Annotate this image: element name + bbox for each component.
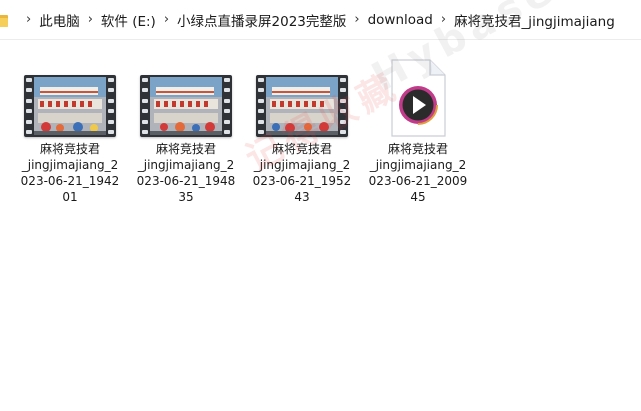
folder-icon — [0, 13, 8, 27]
chevron-right-icon[interactable]: › — [354, 13, 359, 26]
file-name-label: 麻将竞技君 _jingjimajiang_2 023-06-21_1952 43 — [252, 142, 352, 204]
breadcrumb-item-this-pc[interactable]: 此电脑 — [39, 10, 80, 30]
file-name-label: 麻将竞技君 _jingjimajiang_2 023-06-21_1948 35 — [136, 142, 236, 204]
chevron-right-icon[interactable]: › — [164, 13, 169, 26]
file-name-label: 麻将竞技君 _jingjimajiang_2 023-06-21_1942 01 — [20, 142, 120, 204]
breadcrumb-item-drive[interactable]: 软件 (E:) — [101, 10, 156, 30]
file-item[interactable]: 麻将竞技君 _jingjimajiang_2 023-06-21_1952 43 — [248, 51, 356, 205]
video-thumbnail-icon — [256, 75, 348, 137]
file-name-label: 麻将竞技君 _jingjimajiang_2 023-06-21_2009 45 — [368, 142, 468, 204]
file-explorer-window: › 此电脑 › 软件 (E:) › 小绿点直播录屏2023完整版 › downl… — [0, 0, 641, 411]
chevron-right-icon[interactable]: › — [88, 13, 93, 26]
breadcrumb-item-app-folder[interactable]: 小绿点直播录屏2023完整版 — [177, 10, 346, 30]
breadcrumb-item-download[interactable]: download — [368, 12, 433, 28]
video-thumbnail-icon — [24, 75, 116, 137]
media-file-icon — [390, 59, 446, 137]
file-item[interactable]: 麻将竞技君 _jingjimajiang_2 023-06-21_1948 35 — [132, 51, 240, 205]
breadcrumb-item-current-folder[interactable]: 麻将竞技君_jingjimajiang — [454, 10, 615, 30]
video-thumbnail-icon — [140, 75, 232, 137]
file-item[interactable]: 麻将竞技君 _jingjimajiang_2 023-06-21_1942 01 — [16, 51, 124, 205]
chevron-right-icon[interactable]: › — [441, 13, 446, 26]
file-list[interactable]: 麻将竞技君 _jingjimajiang_2 023-06-21_1942 01 — [0, 0, 641, 411]
file-item[interactable]: 麻将竞技君 _jingjimajiang_2 023-06-21_2009 45 — [364, 51, 472, 205]
chevron-right-icon: › — [26, 12, 32, 27]
address-bar[interactable]: › 此电脑 › 软件 (E:) › 小绿点直播录屏2023完整版 › downl… — [0, 0, 641, 40]
